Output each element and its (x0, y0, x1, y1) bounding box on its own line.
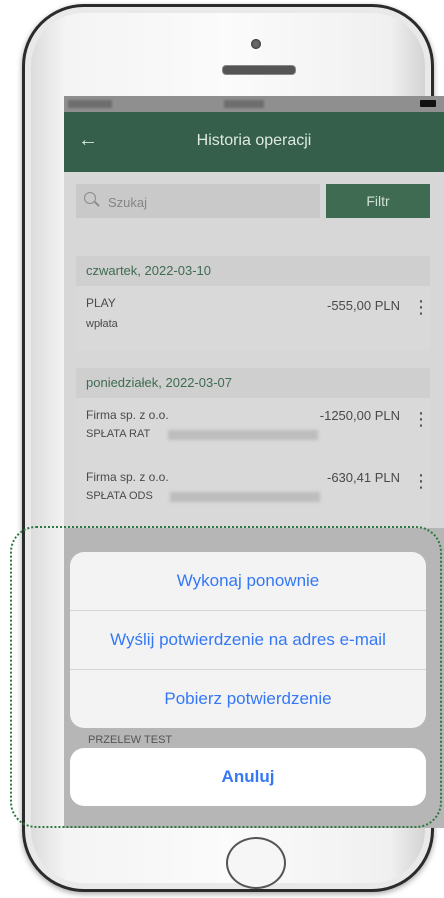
download-confirmation-option[interactable]: Pobierz potwierdzenie (70, 670, 426, 728)
camera-icon (251, 39, 261, 49)
time-blurred (224, 100, 264, 108)
page-title: Historia operacji (196, 132, 312, 149)
search-box[interactable] (76, 184, 320, 220)
transaction-row[interactable]: Firma sp. z o.o. SPŁATA ODS -630,41 PLN … (76, 460, 430, 522)
more-vertical-icon[interactable]: ⋮ (412, 472, 430, 490)
more-vertical-icon[interactable]: ⋮ (412, 410, 430, 428)
search-input[interactable] (106, 184, 310, 220)
transaction-description: SPŁATA ODS (86, 490, 153, 502)
blurred-detail (170, 492, 320, 502)
battery-icon (420, 100, 436, 107)
section-date-header: czwartek, 2022-03-10 (76, 256, 430, 286)
transaction-row[interactable]: Firma sp. z o.o. SPŁATA RAT -1250,00 PLN… (76, 398, 430, 460)
speaker-grille (222, 65, 296, 75)
status-bar (64, 96, 444, 112)
transaction-amount: -1250,00 PLN (319, 408, 400, 423)
transaction-name: Firma sp. z o.o. (86, 408, 169, 422)
carrier-blurred (68, 100, 112, 108)
transaction-amount: -630,41 PLN (327, 470, 400, 485)
filter-button[interactable]: Filtr (326, 184, 430, 218)
action-sheet: Wykonaj ponownie Wyślij potwierdzenie na… (70, 552, 426, 728)
send-confirmation-email-option[interactable]: Wyślij potwierdzenie na adres e-mail (70, 611, 426, 669)
more-vertical-icon[interactable]: ⋮ (412, 298, 430, 316)
transaction-list: Firma sp. z o.o. SPŁATA RAT -1250,00 PLN… (76, 398, 430, 526)
transaction-description: SPŁATA RAT (86, 428, 151, 440)
peek-transaction-text: PRZELEW TEST (88, 734, 173, 746)
transaction-description: wpłata (86, 318, 118, 330)
search-icon (84, 192, 96, 204)
transaction-name: PLAY (86, 296, 116, 310)
home-button[interactable] (226, 837, 286, 889)
section-date-header: poniedziałek, 2022-03-07 (76, 368, 430, 398)
transaction-name: Firma sp. z o.o. (86, 470, 169, 484)
blurred-detail (168, 430, 318, 440)
transaction-amount: -555,00 PLN (327, 298, 400, 313)
transaction-row[interactable]: PLAY wpłata -555,00 PLN ⋮ (76, 286, 430, 350)
cancel-button[interactable]: Anuluj (70, 748, 426, 806)
nav-bar: ← Historia operacji (64, 112, 444, 172)
repeat-transfer-option[interactable]: Wykonaj ponownie (70, 552, 426, 610)
